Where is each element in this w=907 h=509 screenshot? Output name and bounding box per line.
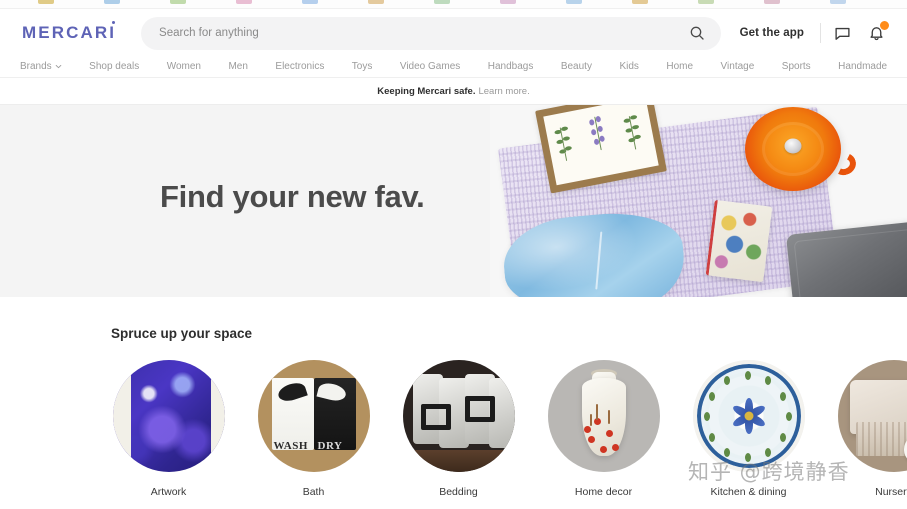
header-actions: Get the app [728,16,893,50]
notification-badge [879,20,890,31]
browser-tab[interactable] [698,0,714,4]
nav-item-men[interactable]: Men [228,61,247,72]
browser-tab[interactable] [764,0,780,4]
category-thumbnail[interactable] [547,360,660,472]
nav-item-label: Shop deals [89,60,140,72]
site-header: MERCARI Get the app [0,9,907,57]
nav-item-video-games[interactable]: Video Games [400,61,460,72]
nav-item-handbags[interactable]: Handbags [488,61,534,72]
browser-tab[interactable] [236,0,252,4]
browser-tab[interactable] [830,0,846,4]
kitchen-dining-thumbnail [692,360,805,472]
header-divider [820,23,821,43]
logo-text: MERCARI [22,23,117,42]
nav-item-brands[interactable]: Brands [20,61,62,72]
botanical-sprig [588,112,609,156]
category-label: Kitchen & dining [710,486,787,498]
category-thumbnail[interactable] [837,360,907,472]
nav-item-home[interactable]: Home [666,61,693,72]
video-game-case [705,199,773,283]
nav-item-label: Handbags [487,60,534,72]
chevron-down-icon [55,62,62,69]
browser-tab[interactable] [170,0,186,4]
hero-banner[interactable]: Find your new fav. [0,105,907,297]
browser-tab[interactable] [632,0,648,4]
nav-item-sports[interactable]: Sports [782,61,811,72]
browser-tab[interactable] [38,0,54,4]
category-label: Bath [302,486,325,498]
botanical-sprig [553,122,574,166]
category-thumbnail[interactable] [112,360,225,472]
browser-tab-strip [0,0,907,9]
nav-item-beauty[interactable]: Beauty [561,61,592,72]
hero-flatlay-image [490,105,907,297]
category-thumbnail[interactable] [692,360,805,472]
browser-tab[interactable] [566,0,582,4]
nav-item-label: Handmade [838,60,888,72]
browser-tab[interactable] [368,0,384,4]
category-thumbnail[interactable] [402,360,515,472]
mercari-homepage: MERCARI Get the app [0,0,907,509]
category-label: Nursery [875,486,907,498]
category-item-artwork[interactable]: Artwork [111,360,226,498]
orange-dutch-oven [745,107,841,191]
nav-item-shop-deals[interactable]: Shop deals [89,61,139,72]
nav-item-label: Women [166,60,201,72]
nav-item-label: Brands [20,60,52,72]
nav-item-label: Video Games [399,60,461,72]
search-bar [141,16,722,50]
browser-tab[interactable] [302,0,318,4]
artwork-thumbnail [112,360,225,472]
category-label: Artwork [150,486,187,498]
category-thumbnail[interactable]: WASH DRY [257,360,370,472]
category-item-kitchen-dining[interactable]: Kitchen & dining [691,360,806,498]
nav-item-label: Sports [781,60,811,72]
nav-item-electronics[interactable]: Electronics [275,61,324,72]
home-decor-thumbnail [547,360,660,472]
category-item-home-decor[interactable]: Home decor [546,360,661,498]
browser-tab[interactable] [500,0,516,4]
nav-item-handmade[interactable]: Handmade [838,61,887,72]
safety-banner: Keeping Mercari safe. Learn more. [0,78,907,104]
botanical-sprig [622,111,643,155]
nav-item-label: Electronics [275,60,325,72]
categories-section: Spruce up your space Artwork WASH DRY Bath B… [0,297,907,509]
get-the-app-link[interactable]: Get the app [728,27,816,39]
safety-banner-link[interactable]: Learn more. [478,86,529,97]
towel-wash-text: WASH [273,440,308,452]
browser-tab[interactable] [104,0,120,4]
nav-item-kids[interactable]: Kids [619,61,638,72]
nav-item-label: Kids [619,60,639,72]
nav-item-label: Toys [351,60,373,72]
nav-item-label: Beauty [560,60,592,72]
search-input[interactable] [141,16,722,50]
category-item-bedding[interactable]: Bedding [401,360,516,498]
bedding-thumbnail [402,360,515,472]
browser-tab[interactable] [434,0,450,4]
category-nav: Brands Shop deals Women Men Electronics Toys V… [0,55,907,77]
categories-title: Spruce up your space [111,326,253,341]
safety-banner-text: Keeping Mercari safe. [377,85,476,97]
nav-item-label: Vintage [720,60,755,72]
category-label: Bedding [439,486,478,498]
nav-item-toys[interactable]: Toys [352,61,373,72]
nav-item-vintage[interactable]: Vintage [721,61,755,72]
nursery-thumbnail [837,360,907,472]
category-label: Home decor [574,486,633,498]
nav-item-label: Men [228,60,248,72]
search-icon[interactable] [689,25,705,41]
category-item-nursery[interactable]: Nursery [836,360,907,498]
towel-dry-text: DRY [317,440,343,452]
mercari-logo[interactable]: MERCARI [22,21,117,43]
nav-item-label: Home [666,60,694,72]
message-icon[interactable] [825,16,859,50]
category-list: Artwork WASH DRY Bath Bedding Home decor Kitch… [111,360,907,498]
bath-thumbnail: WASH DRY [257,360,370,472]
category-item-bath[interactable]: WASH DRY Bath [256,360,371,498]
bell-icon[interactable] [859,16,893,50]
hero-title: Find your new fav. [160,179,425,214]
nav-item-women[interactable]: Women [167,61,201,72]
